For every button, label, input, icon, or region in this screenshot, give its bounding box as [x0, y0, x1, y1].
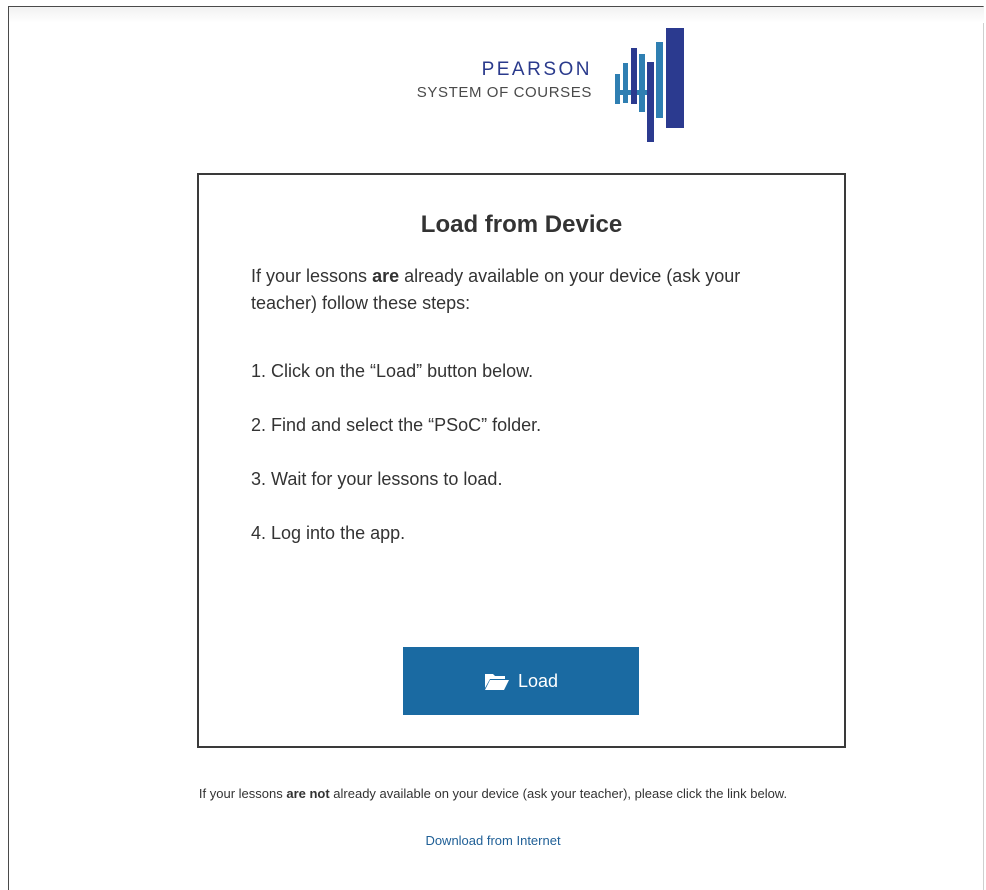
download-link-row: Download from Internet	[0, 833, 986, 848]
step-item: 4. Log into the app.	[251, 523, 406, 543]
card-title: Load from Device	[420, 211, 623, 238]
top-shade	[9, 7, 984, 23]
pearson-bars-logo-icon	[615, 28, 684, 142]
step-item: 1. Click on the “Load” button below.	[251, 361, 534, 381]
load-button-label: Load	[517, 670, 559, 691]
step-item: 3. Wait for your lessons to load.	[251, 469, 503, 489]
intro-emphasis: are	[372, 266, 400, 286]
footer-note-before: If your lessons	[198, 786, 287, 801]
load-button[interactable]: Load	[403, 647, 639, 715]
footer-note: If your lessons are not already availabl…	[0, 786, 986, 801]
download-from-internet-link[interactable]: Download from Internet	[425, 833, 560, 848]
step-item: 2. Find and select the “PSoC” folder.	[251, 415, 542, 435]
logo-word: PEARSON	[481, 59, 592, 80]
intro-before: If your lessons	[251, 266, 373, 286]
logo-subtitle: SYSTEM OF COURSES	[416, 84, 592, 101]
footer-note-emphasis: are not	[286, 786, 330, 801]
pearson-logo: PEARSON SYSTEM OF COURSES	[372, 26, 692, 146]
steps-list: 1. Click on the “Load” button below. 2. …	[251, 358, 791, 574]
footer-note-after: already available on your device (ask yo…	[329, 786, 788, 801]
folder-open-icon	[484, 674, 509, 690]
logo-text: PEARSON SYSTEM OF COURSES	[372, 59, 592, 103]
load-from-device-card: Load from Device If your lessons are alr…	[197, 173, 846, 748]
intro-text: If your lessons are already available on…	[251, 263, 811, 317]
